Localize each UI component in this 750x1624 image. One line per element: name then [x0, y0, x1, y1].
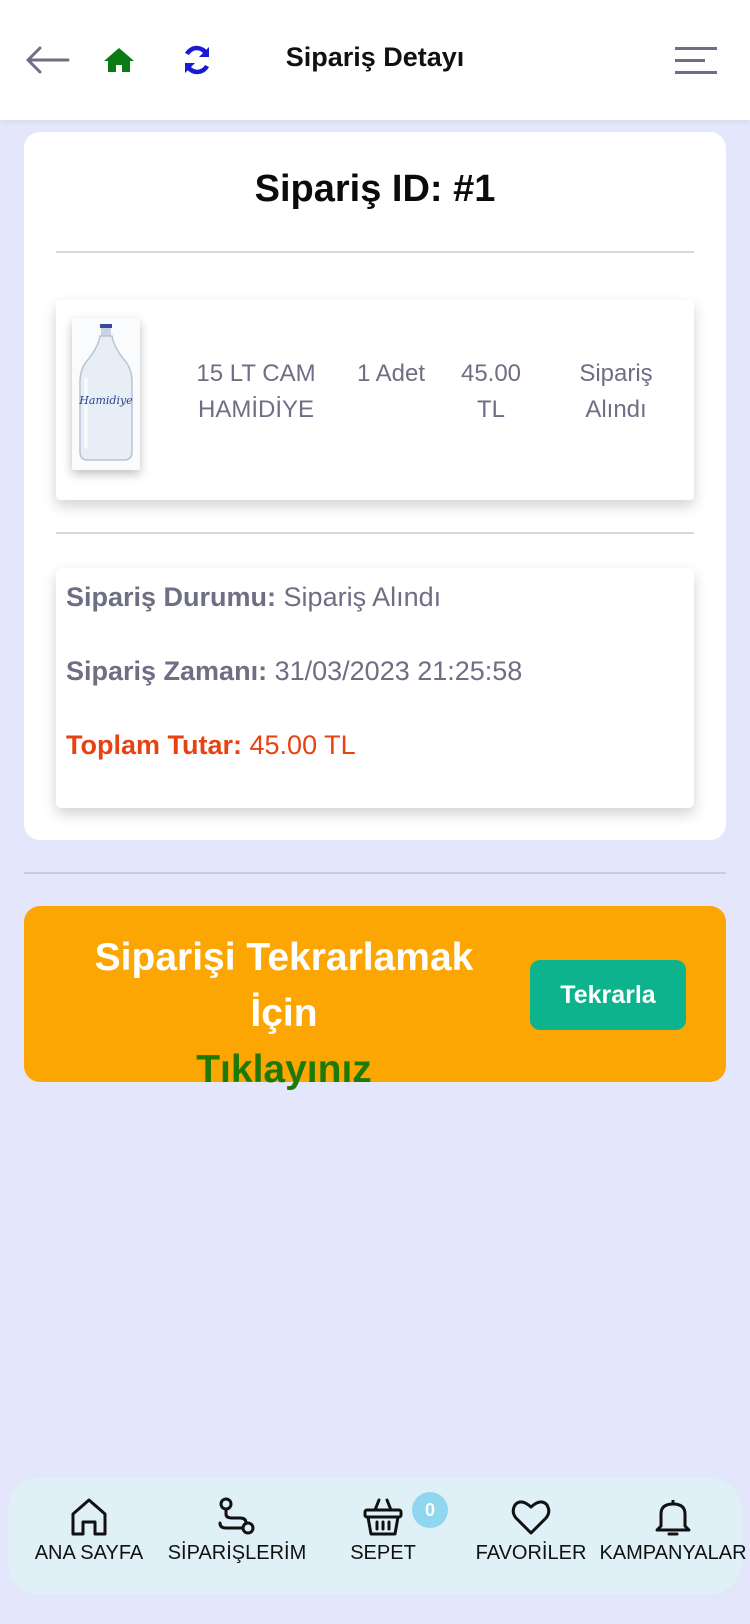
nav-label: KAMPANYALAR — [599, 1542, 747, 1564]
order-item-row: Hamidiye 15 LT CAM HAMİDİYE 1 Adet 45.00… — [56, 300, 694, 500]
item-status: Sipariş Alındı — [579, 360, 653, 423]
menu-icon[interactable] — [670, 38, 722, 82]
order-status-value: Sipariş Alındı — [283, 582, 442, 612]
order-status-label: Sipariş Durumu: — [66, 582, 277, 612]
nav-item-campaigns[interactable]: KAMPANYALAR — [598, 1496, 748, 1565]
page-title: Sipariş Detayı — [285, 42, 465, 72]
route-icon — [218, 1497, 255, 1535]
nav-item-orders[interactable]: SİPARİŞLERİM — [162, 1496, 312, 1565]
nav-item-home[interactable]: ANA SAYFA — [14, 1496, 164, 1565]
nav-label: FAVORİLER — [475, 1542, 587, 1564]
section-divider — [24, 872, 726, 874]
heart-icon — [511, 1500, 551, 1535]
repeat-text-line2: Tıklayınız — [196, 1048, 372, 1091]
order-details: Sipariş Durumu: Sipariş Alındı Sipariş Z… — [56, 568, 694, 808]
cart-count-badge: 0 — [412, 1492, 448, 1528]
product-brand-label: Hamidiye — [78, 394, 133, 407]
order-total-line: Toplam Tutar: 45.00 TL — [66, 730, 356, 761]
bottom-nav: ANA SAYFA SİPARİŞLERİM SEPET 0 FAVORİLER… — [8, 1478, 747, 1594]
order-total-label: Toplam Tutar: — [66, 730, 242, 760]
home-outline-icon — [71, 1498, 107, 1536]
basket-icon — [363, 1498, 403, 1536]
app-header: Sipariş Detayı — [0, 0, 750, 120]
bell-icon — [655, 1500, 691, 1536]
repeat-text-line1: Siparişi Tekrarlamak İçin — [94, 936, 474, 1035]
order-time-label: Sipariş Zamanı: — [66, 656, 268, 686]
order-status-line: Sipariş Durumu: Sipariş Alındı — [66, 582, 441, 613]
order-card: Sipariş ID: #1 Hamidiye 15 LT CAM HAMİDİ… — [24, 132, 726, 840]
item-name: 15 LT CAM HAMİDİYE — [196, 360, 316, 423]
order-id-title: Sipariş ID: #1 — [254, 168, 496, 210]
item-quantity: 1 Adet — [356, 360, 426, 387]
nav-label: SİPARİŞLERİM — [167, 1542, 307, 1564]
repeat-order-banner: Siparişi Tekrarlamak İçin Tıklayınız Tek… — [24, 906, 726, 1091]
order-time-line: Sipariş Zamanı: 31/03/2023 21:25:58 — [66, 656, 522, 687]
divider — [56, 251, 694, 253]
repeat-order-text: Siparişi Tekrarlamak İçin Tıklayınız — [64, 930, 504, 1098]
nav-label: SEPET — [350, 1542, 416, 1564]
divider — [56, 532, 694, 534]
repeat-order-button[interactable]: Tekrarla — [530, 960, 686, 1030]
order-total-value: 45.00 TL — [249, 730, 356, 760]
nav-label: ANA SAYFA — [34, 1542, 144, 1564]
item-price: 45.00 TL — [460, 360, 522, 423]
product-image: Hamidiye — [72, 318, 140, 470]
nav-item-favorites[interactable]: FAVORİLER — [456, 1496, 606, 1565]
order-time-value: 31/03/2023 21:25:58 — [274, 656, 523, 686]
